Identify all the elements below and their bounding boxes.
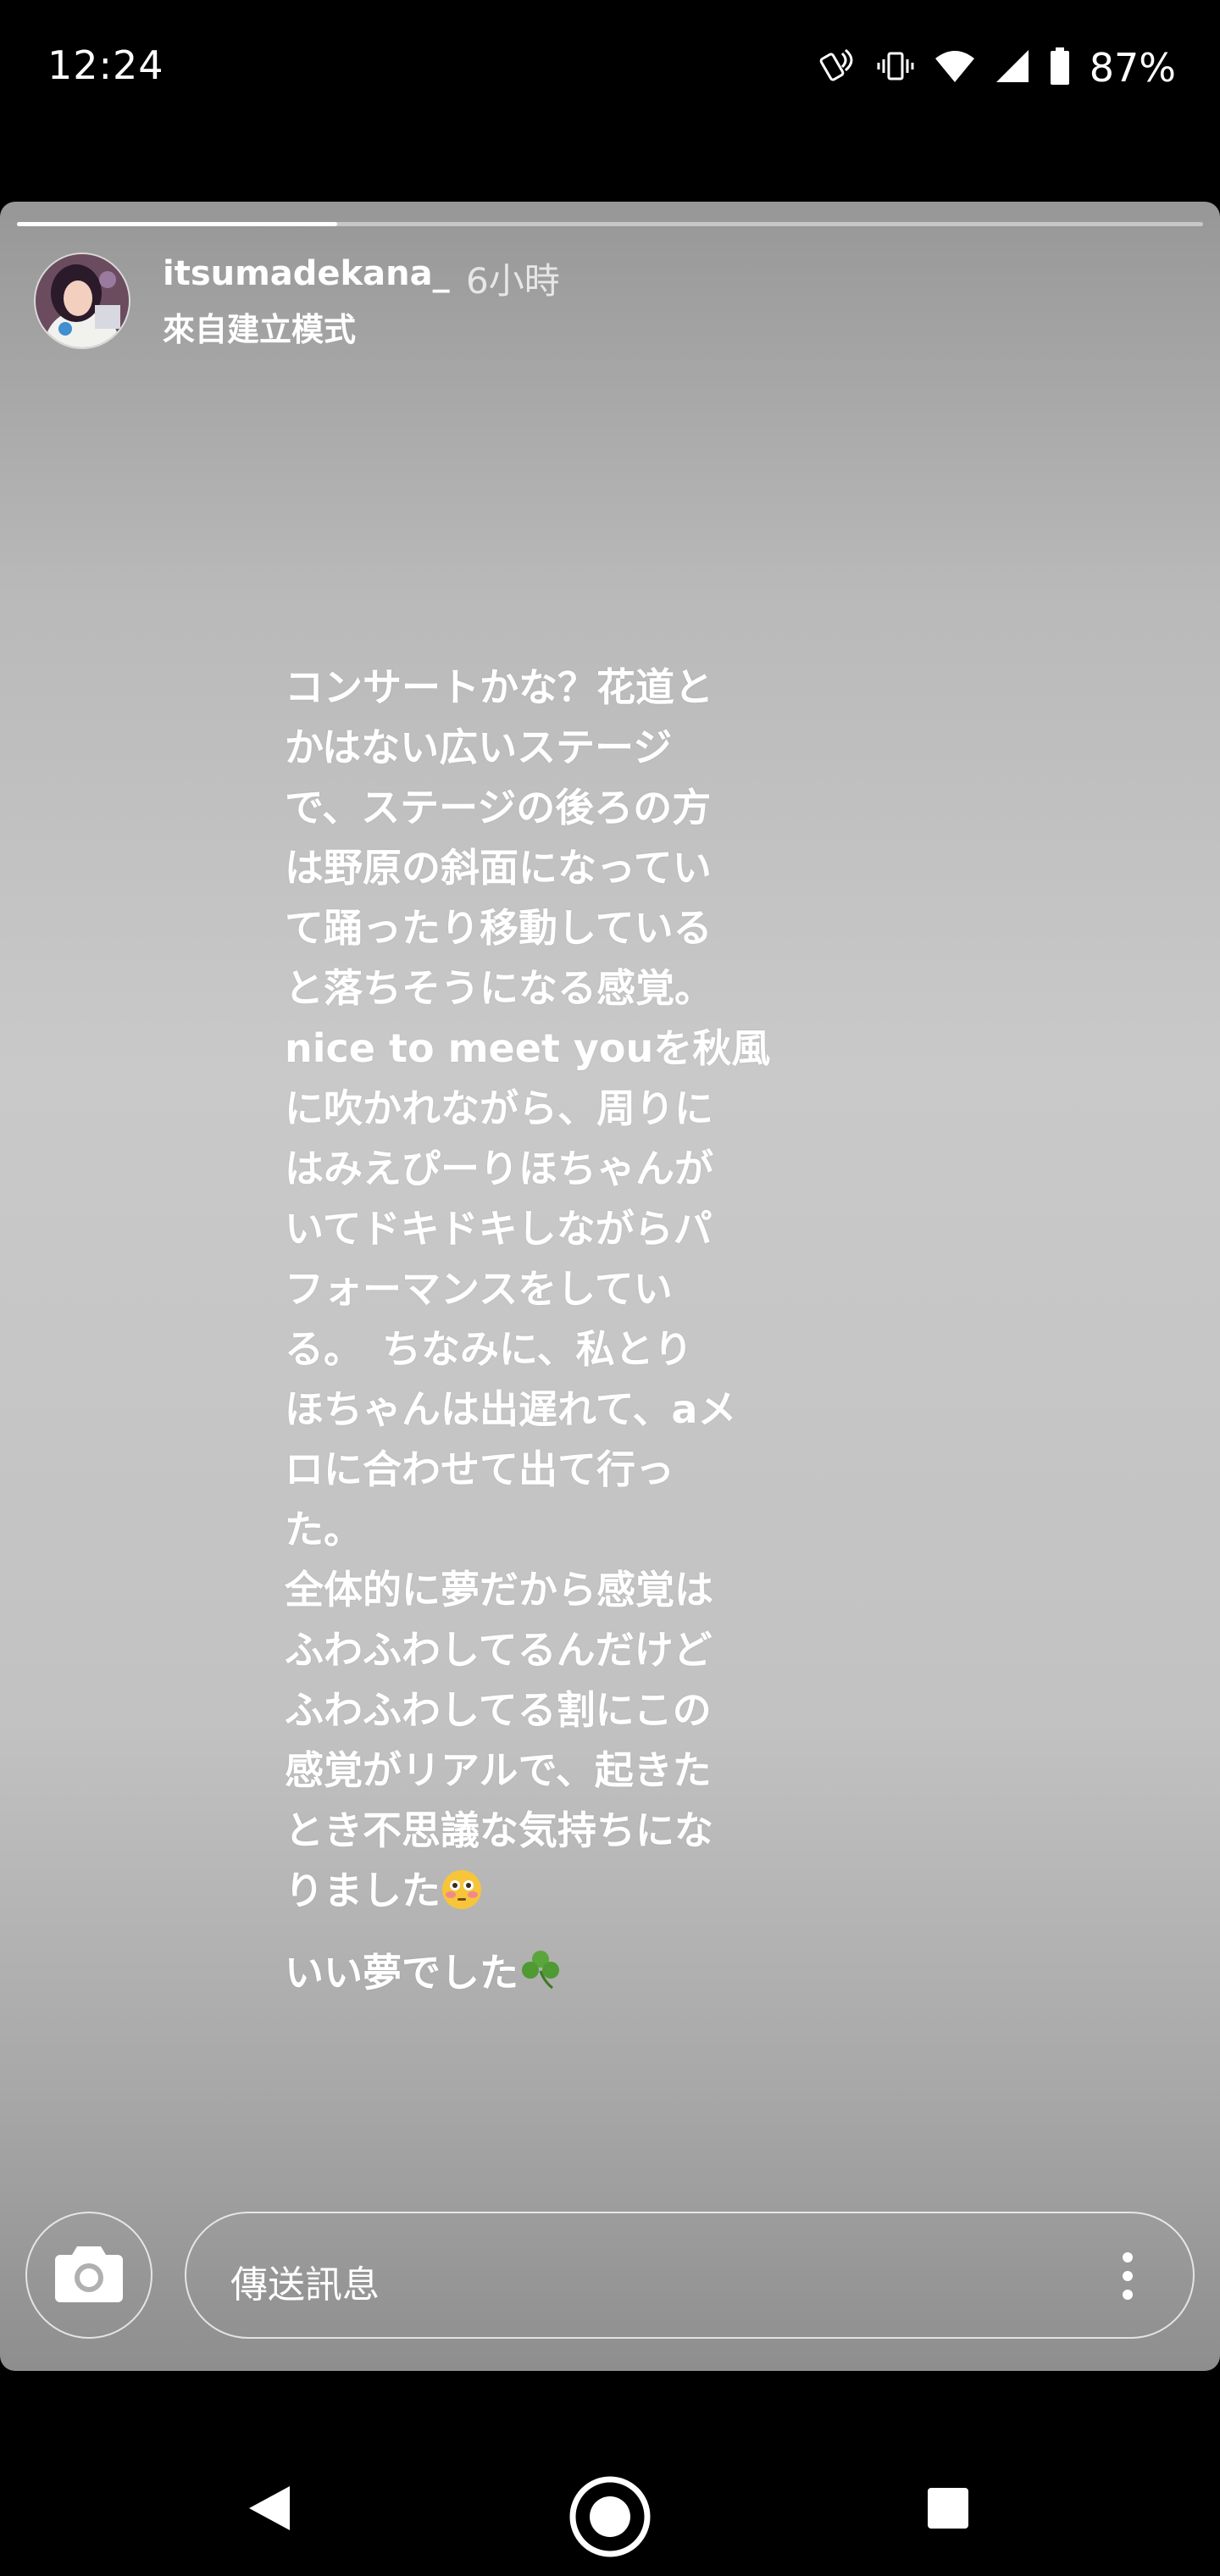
camera-icon <box>53 2241 125 2309</box>
battery-percentage: 87% <box>1089 45 1176 91</box>
story-text-line: で、ステージの後ろの方 <box>285 785 712 830</box>
message-input[interactable]: 傳送訊息 <box>185 2212 1195 2339</box>
story-text-line: ロに合わせて出て行っ <box>285 1446 674 1492</box>
status-bar: 12:24 87% <box>0 0 1220 136</box>
story-source-label: 來自建立模式 <box>163 311 357 348</box>
more-options-icon[interactable] <box>1122 2251 1134 2301</box>
battery-icon <box>1049 47 1071 89</box>
story-text-final-line: いい夢でした <box>285 1943 810 2008</box>
home-icon[interactable] <box>568 2474 652 2562</box>
story-text: コンサートかな？花道と かはない広いステージ で、ステージの後ろの方 は野原の斜… <box>285 658 810 2008</box>
story-text-line: はみえぴーりほちゃんが <box>285 1146 713 1191</box>
story-text-line: とき不思議な気持ちにな <box>285 1807 713 1853</box>
recents-icon[interactable] <box>926 2486 970 2534</box>
story-text-line: nice to meet youを秋風 <box>285 1025 771 1071</box>
story-progress-fill <box>17 222 337 226</box>
navigation-bar <box>0 2440 1220 2576</box>
story-text-line: ふわふわしてるんだけど <box>285 1627 713 1673</box>
story-text-line: に吹かれながら、周りに <box>285 1085 713 1131</box>
story-text-line: ふわふわしてる割にこの <box>285 1687 712 1733</box>
story-text-line: て踊ったり移動している <box>285 905 713 951</box>
camera-button[interactable] <box>25 2212 152 2339</box>
story-text-line: いてドキドキしながらパ <box>285 1206 713 1252</box>
story-text-line: ほちゃんは出遅れて、aメ <box>285 1386 737 1432</box>
story-text-line: 全体的に夢だから感覚は <box>285 1567 713 1613</box>
story-text-line: フォーマンスをしてい <box>285 1266 673 1312</box>
back-icon[interactable] <box>246 2483 293 2537</box>
nfc-phone-icon <box>818 47 857 89</box>
wifi-icon <box>934 48 976 87</box>
story-text-line: る。 ちなみに、私とり <box>285 1326 693 1372</box>
story-text-line: た。 <box>285 1507 363 1552</box>
story-viewer[interactable]: itsumadekana_ 6小時 來自建立模式 コンサートかな？花道と かはな… <box>0 202 1220 2371</box>
story-time-ago: 6小時 <box>466 260 560 302</box>
clover-icon <box>518 1947 563 2008</box>
story-text-line: と落ちそうになる感覚。 <box>285 965 713 1011</box>
story-text-final-words: いい夢でした <box>285 1950 518 1996</box>
story-username[interactable]: itsumadekana_ <box>163 254 450 293</box>
story-text-line: は野原の斜面になってい <box>285 845 712 891</box>
story-progress-bar <box>17 222 1203 226</box>
flushed-face-icon <box>441 1868 483 1928</box>
story-text-line-last: りました <box>285 1861 810 1928</box>
story-text-last-words: りました <box>285 1868 441 1913</box>
cell-signal-icon <box>995 48 1030 87</box>
vibrate-icon <box>876 47 915 89</box>
avatar[interactable] <box>34 253 130 349</box>
status-time: 12:24 <box>47 42 164 88</box>
story-text-line: コンサートかな？花道と <box>285 664 713 710</box>
story-text-line: かはない広いステージ <box>285 724 673 770</box>
story-text-line: 感覚がリアルで、起きた <box>285 1747 712 1793</box>
message-input-placeholder: 傳送訊息 <box>230 2263 380 2307</box>
status-icons: 87% <box>818 42 1176 93</box>
